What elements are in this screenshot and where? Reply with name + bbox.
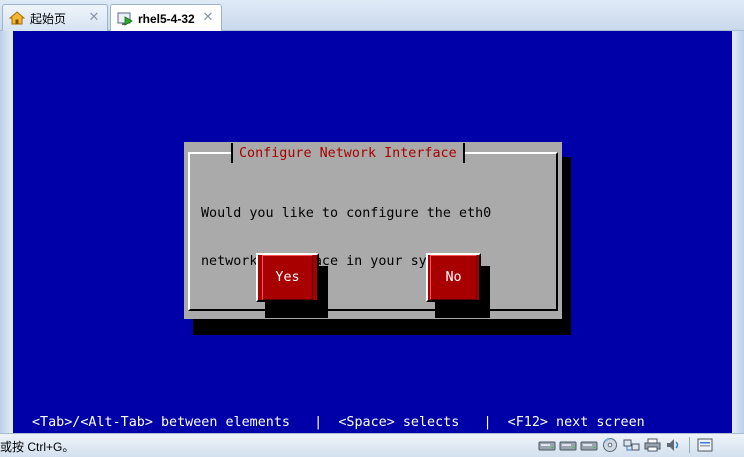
tab-home[interactable]: 起始页 ✕ (2, 4, 108, 31)
tab-vm-label: rhel5-4-32 (138, 11, 195, 26)
yes-button-face: Yes (262, 255, 313, 300)
status-separator (689, 437, 690, 453)
dialog-message: Would you like to configure the eth0 net… (201, 174, 551, 302)
dialog-title-box: Configure Network Interface (231, 143, 465, 163)
no-button[interactable]: No (426, 253, 481, 302)
dialog-title: Configure Network Interface (239, 145, 457, 161)
yes-button-label: Yes (275, 270, 300, 285)
device-icons (538, 437, 715, 453)
yes-button[interactable]: Yes (256, 253, 319, 302)
no-button-label: No (445, 270, 462, 285)
guest-console[interactable]: Configure Network Interface Would you li… (13, 31, 732, 433)
hard-disk-icon[interactable] (538, 437, 557, 453)
hard-disk-icon[interactable] (580, 437, 599, 453)
network-icon[interactable] (622, 437, 641, 453)
message-icon[interactable] (696, 437, 715, 453)
tab-vm[interactable]: rhel5-4-32 ✕ (110, 4, 222, 32)
status-bar: 或按 Ctrl+G。 (0, 433, 744, 457)
sound-icon[interactable] (664, 437, 683, 453)
vm-running-icon (117, 11, 133, 27)
dialog-message-line-1: Would you like to configure the eth0 (201, 206, 492, 221)
tab-bar: 起始页 ✕ rhel5-4-32 ✕ (0, 0, 744, 32)
left-frame (0, 31, 13, 433)
tab-home-label: 起始页 (30, 11, 67, 26)
cdrom-icon[interactable] (601, 437, 620, 453)
configure-network-dialog: Configure Network Interface Would you li… (184, 142, 562, 319)
status-text: 或按 Ctrl+G。 (0, 440, 75, 454)
close-icon[interactable]: ✕ (87, 10, 101, 24)
right-frame (732, 31, 744, 433)
home-icon (9, 10, 25, 26)
printer-icon[interactable] (643, 437, 662, 453)
close-icon[interactable]: ✕ (201, 10, 215, 24)
keyboard-hint-bar: <Tab>/<Alt-Tab> between elements | <Spac… (32, 414, 645, 430)
no-button-face: No (430, 255, 477, 300)
dialog-message-line-2: network interface in your system? (201, 254, 468, 269)
hard-disk-icon[interactable] (559, 437, 578, 453)
